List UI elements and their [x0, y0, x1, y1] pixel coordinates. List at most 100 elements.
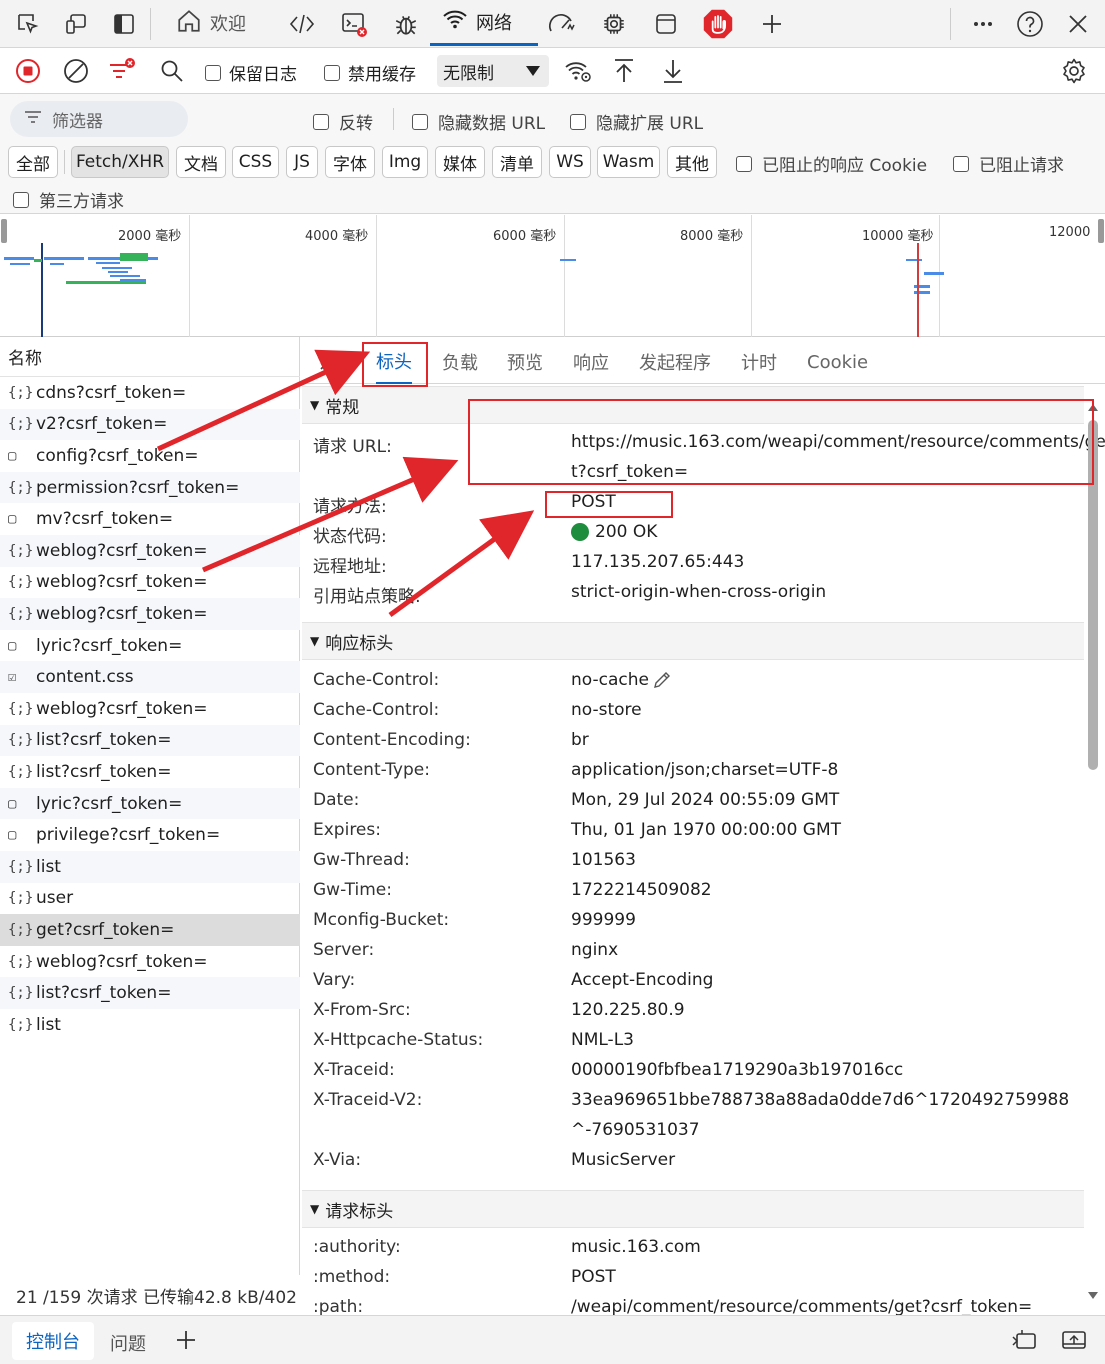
type-filter-manifest[interactable]: 清单	[492, 146, 542, 178]
request-row[interactable]: {;} weblog?csrf_token=	[0, 567, 300, 599]
tab-initiator-label: 发起程序	[639, 353, 711, 374]
add-tab-icon[interactable]	[756, 8, 788, 40]
request-row[interactable]: {;} weblog?csrf_token=	[0, 946, 300, 978]
type-filter-wasm[interactable]: Wasm	[597, 146, 660, 178]
clear-icon[interactable]	[60, 55, 92, 87]
hide-data-url-checkbox[interactable]: 隐藏数据 URL	[412, 109, 545, 134]
drawer-add-tab-icon[interactable]	[174, 1328, 198, 1357]
type-filter-fetch-xhr[interactable]: Fetch/XHR	[71, 146, 169, 178]
request-row[interactable]: {;} user	[0, 883, 300, 915]
type-filter-css[interactable]: CSS	[232, 146, 279, 178]
request-row[interactable]: ▢ config?csrf_token=	[0, 440, 300, 472]
request-row[interactable]: {;} permission?csrf_token=	[0, 471, 300, 504]
device-emulation-icon[interactable]	[60, 8, 92, 40]
invert-checkbox[interactable]: 反转	[313, 109, 373, 134]
close-devtools-icon[interactable]	[1062, 8, 1094, 40]
tab-cookie[interactable]: Cookie	[807, 340, 868, 384]
third-party-box[interactable]	[13, 191, 29, 208]
memory-icon[interactable]	[598, 8, 630, 40]
detail-scrollbar[interactable]	[1086, 398, 1100, 1303]
disable-cache-box[interactable]	[324, 64, 340, 81]
request-row[interactable]: {;} weblog?csrf_token=	[0, 535, 300, 567]
type-filter-media[interactable]: 媒体	[435, 146, 485, 178]
drawer-tab-issues[interactable]: 问题	[110, 1330, 146, 1356]
request-row[interactable]: {;} list?csrf_token=	[0, 977, 300, 1009]
record-stop-icon[interactable]	[12, 55, 44, 87]
undock-drawer-icon[interactable]	[1060, 1328, 1088, 1357]
type-filter-doc[interactable]: 文档	[176, 146, 226, 178]
filter-toggle-icon[interactable]	[106, 55, 138, 87]
request-row[interactable]: {;} list	[0, 851, 300, 883]
request-row[interactable]: {;} weblog?csrf_token=	[0, 598, 300, 630]
blocked-requests-box[interactable]	[953, 155, 969, 172]
type-filter-ws[interactable]: WS	[549, 146, 591, 178]
tab-network[interactable]: 网络	[430, 0, 538, 46]
export-har-icon[interactable]	[657, 55, 689, 87]
request-name: list	[36, 856, 61, 877]
blocked-requests-checkbox[interactable]: 已阻止请求	[953, 151, 1064, 176]
tab-network-label: 网络	[476, 12, 512, 34]
tab-payload[interactable]: 负载	[442, 340, 478, 384]
hide-ext-url-box[interactable]	[570, 113, 586, 130]
network-settings-gear-icon[interactable]	[1058, 55, 1090, 87]
blocked-cookies-box[interactable]	[736, 155, 752, 172]
request-row[interactable]: ▢ privilege?csrf_token=	[0, 819, 300, 851]
disable-cache-checkbox[interactable]: 禁用缓存	[324, 60, 416, 85]
edit-pencil-icon[interactable]	[651, 669, 673, 696]
tab-welcome[interactable]: 欢迎	[176, 0, 246, 46]
request-row[interactable]: ▢ lyric?csrf_token=	[0, 630, 300, 662]
close-detail-icon[interactable]	[318, 350, 340, 377]
request-headers-title: 请求标头	[325, 1201, 394, 1222]
dock-side-icon[interactable]	[1010, 1328, 1038, 1357]
request-list-header[interactable]: 名称	[0, 337, 300, 377]
search-icon[interactable]	[156, 55, 188, 87]
sidebar-toggle-icon[interactable]	[108, 8, 140, 40]
drawer-tab-console[interactable]: 控制台	[12, 1322, 94, 1360]
request-row[interactable]: {;} v2?csrf_token=	[0, 408, 300, 441]
bug-icon[interactable]	[390, 8, 422, 40]
console-icon[interactable]	[338, 8, 370, 40]
request-row[interactable]: ▢ lyric?csrf_token=	[0, 787, 300, 820]
request-row[interactable]: {;} list?csrf_token=	[0, 756, 300, 788]
scroll-down-arrow-icon[interactable]	[1086, 1290, 1100, 1302]
filter-input[interactable]: 筛选器	[10, 101, 188, 137]
third-party-checkbox[interactable]: 第三方请求	[13, 187, 124, 212]
adblock-icon[interactable]	[702, 8, 734, 40]
type-filter-all[interactable]: 全部	[8, 146, 58, 178]
preserve-log-checkbox[interactable]: 保留日志	[205, 60, 297, 85]
request-headers-section-header[interactable]: ▼ 请求标头	[302, 1190, 1084, 1228]
help-icon[interactable]	[1014, 8, 1046, 40]
application-icon[interactable]	[650, 8, 682, 40]
more-options-icon[interactable]	[967, 8, 999, 40]
request-row[interactable]: ▢ mv?csrf_token=	[0, 503, 300, 535]
type-filter-img[interactable]: Img	[382, 146, 428, 178]
performance-icon[interactable]	[546, 8, 578, 40]
type-filter-other[interactable]: 其他	[667, 146, 717, 178]
request-row[interactable]: {;} get?csrf_token=	[0, 914, 300, 946]
throttle-select[interactable]: 无限制	[437, 55, 549, 87]
type-filter-font[interactable]: 字体	[325, 146, 375, 178]
request-row[interactable]: {;} list	[0, 1009, 300, 1041]
tab-initiator[interactable]: 发起程序	[639, 340, 711, 384]
request-summary-text: 21 /159 次请求 已传输42.8 kB/402	[16, 1287, 297, 1308]
blocked-cookies-checkbox[interactable]: 已阻止的响应 Cookie	[736, 151, 927, 176]
hide-data-url-box[interactable]	[412, 113, 428, 130]
tab-timing[interactable]: 计时	[741, 340, 777, 384]
request-row[interactable]: ☑ content.css	[0, 661, 300, 693]
import-har-icon[interactable]	[608, 55, 640, 87]
elements-icon[interactable]	[286, 8, 318, 40]
request-row[interactable]: {;} list?csrf_token=	[0, 724, 300, 757]
request-row[interactable]: {;} weblog?csrf_token=	[0, 693, 300, 725]
hide-ext-url-checkbox[interactable]: 隐藏扩展 URL	[570, 109, 703, 134]
inspect-element-icon[interactable]	[12, 8, 44, 40]
timeline-overview[interactable]: 2000 毫秒 4000 毫秒 6000 毫秒 8000 毫秒 10000 毫秒…	[0, 215, 1105, 337]
preserve-log-box[interactable]	[205, 64, 221, 81]
document-icon: ▢	[8, 795, 17, 812]
request-row[interactable]: {;} cdns?csrf_token=	[0, 377, 300, 409]
tab-response[interactable]: 响应	[573, 340, 609, 384]
response-headers-section-header[interactable]: ▼ 响应标头	[302, 622, 1084, 660]
type-filter-js[interactable]: JS	[286, 146, 318, 178]
invert-box[interactable]	[313, 113, 329, 130]
network-conditions-icon[interactable]	[562, 55, 594, 87]
tab-preview[interactable]: 预览	[507, 340, 543, 384]
